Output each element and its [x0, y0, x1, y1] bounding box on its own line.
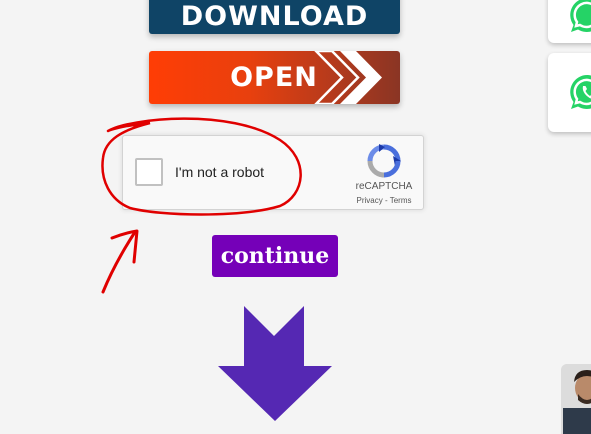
person-photo: [561, 364, 591, 434]
download-button-label: DOWNLOAD: [180, 0, 369, 32]
links-separator: -: [384, 196, 388, 205]
recaptcha-logo-icon: [367, 144, 401, 178]
chevrons-right-icon: [314, 51, 382, 104]
open-button[interactable]: OPEN: [149, 51, 400, 104]
annotation-arrow-head: [110, 229, 139, 264]
whatsapp-icon: [570, 74, 591, 109]
recaptcha-brand-text: reCAPTCHA: [355, 181, 413, 192]
terms-link[interactable]: Terms: [390, 196, 412, 205]
avatar[interactable]: [561, 364, 591, 434]
down-arrow-icon: [218, 306, 332, 421]
privacy-link[interactable]: Privacy: [357, 196, 383, 205]
annotation-arrow-shaft: [101, 230, 137, 294]
recaptcha-checkbox-label: I'm not a robot: [175, 164, 265, 180]
whatsapp-widget[interactable]: [548, 0, 591, 43]
whatsapp-widget[interactable]: [548, 53, 591, 132]
continue-button-label: continue: [220, 243, 330, 269]
recaptcha-widget: I'm not a robot reCAPTCHA Privacy - Term…: [122, 135, 424, 210]
recaptcha-checkbox[interactable]: [135, 158, 163, 186]
recaptcha-links: Privacy - Terms: [345, 196, 423, 205]
whatsapp-icon: [570, 0, 591, 32]
continue-button[interactable]: continue: [212, 235, 338, 277]
download-button[interactable]: DOWNLOAD: [149, 0, 400, 34]
